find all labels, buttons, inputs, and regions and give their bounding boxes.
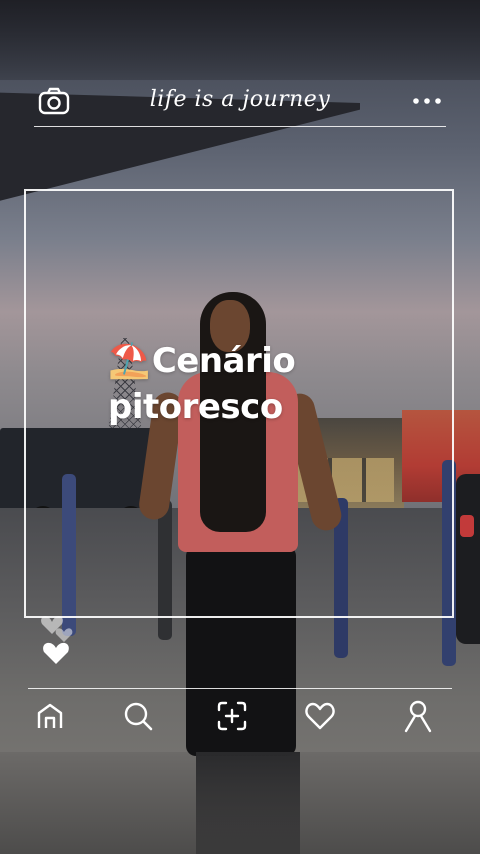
search-icon — [124, 702, 153, 731]
nav-divider — [28, 688, 452, 689]
nav-likes[interactable] — [298, 694, 342, 738]
home-icon — [37, 703, 63, 728]
add-post-icon — [217, 701, 247, 731]
more-horizontal-icon — [413, 98, 441, 104]
header-divider — [34, 126, 446, 127]
car-taillight — [460, 515, 474, 537]
reaction-hearts[interactable] — [38, 608, 82, 668]
heart-icon — [305, 702, 335, 730]
camera-icon — [38, 87, 70, 115]
more-button[interactable] — [410, 90, 444, 112]
nav-profile[interactable] — [396, 694, 440, 738]
person-legs-lower — [196, 752, 300, 854]
car — [456, 474, 480, 644]
caption: ⛱️Cenário pitoresco — [108, 338, 408, 430]
bottom-nav — [0, 694, 480, 738]
nav-search[interactable] — [116, 694, 160, 738]
nav-add-post[interactable] — [210, 694, 254, 738]
nav-home[interactable] — [28, 694, 72, 738]
camera-button[interactable] — [38, 86, 70, 116]
beach-umbrella-emoji: ⛱️ — [108, 341, 150, 381]
profile-icon — [404, 700, 432, 733]
top-shade — [0, 0, 480, 80]
header-title: life is a journey — [149, 87, 331, 112]
heart-icon — [41, 616, 73, 664]
